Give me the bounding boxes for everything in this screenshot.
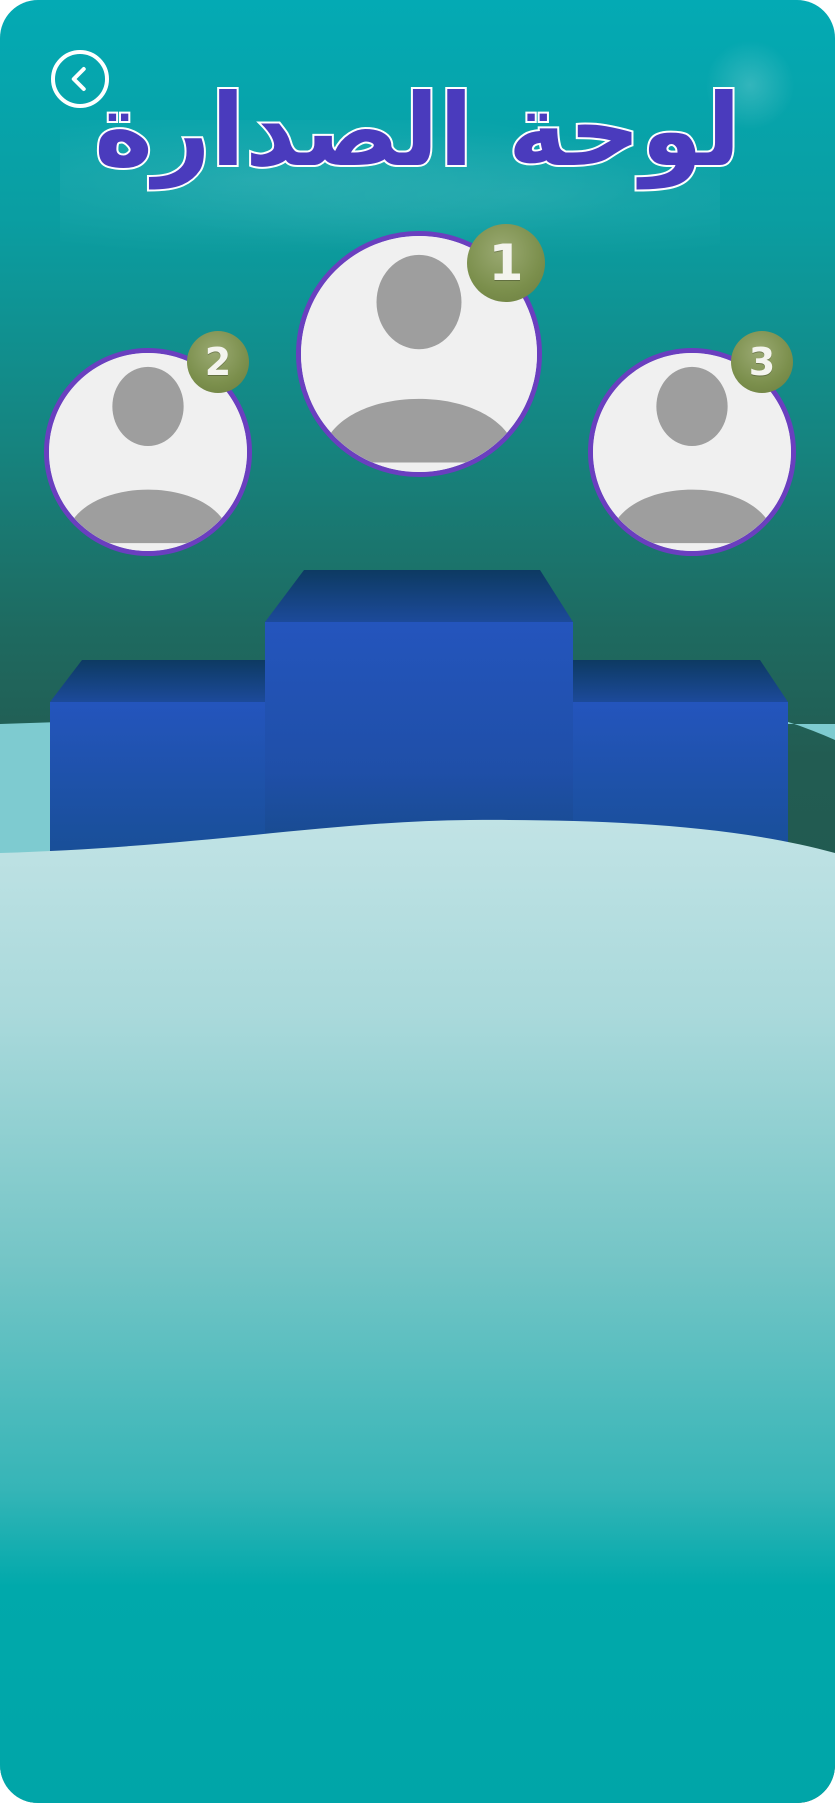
front-wave <box>0 819 835 1803</box>
rank-badge-second: 2 <box>187 331 249 393</box>
rank-badge-third: 3 <box>731 331 793 393</box>
leaderboard-screen: لوحة الصدارة 1 2 3 <box>0 0 835 1803</box>
page-title: لوحة الصدارة <box>92 70 743 191</box>
rank-badge-first: 1 <box>467 224 545 302</box>
